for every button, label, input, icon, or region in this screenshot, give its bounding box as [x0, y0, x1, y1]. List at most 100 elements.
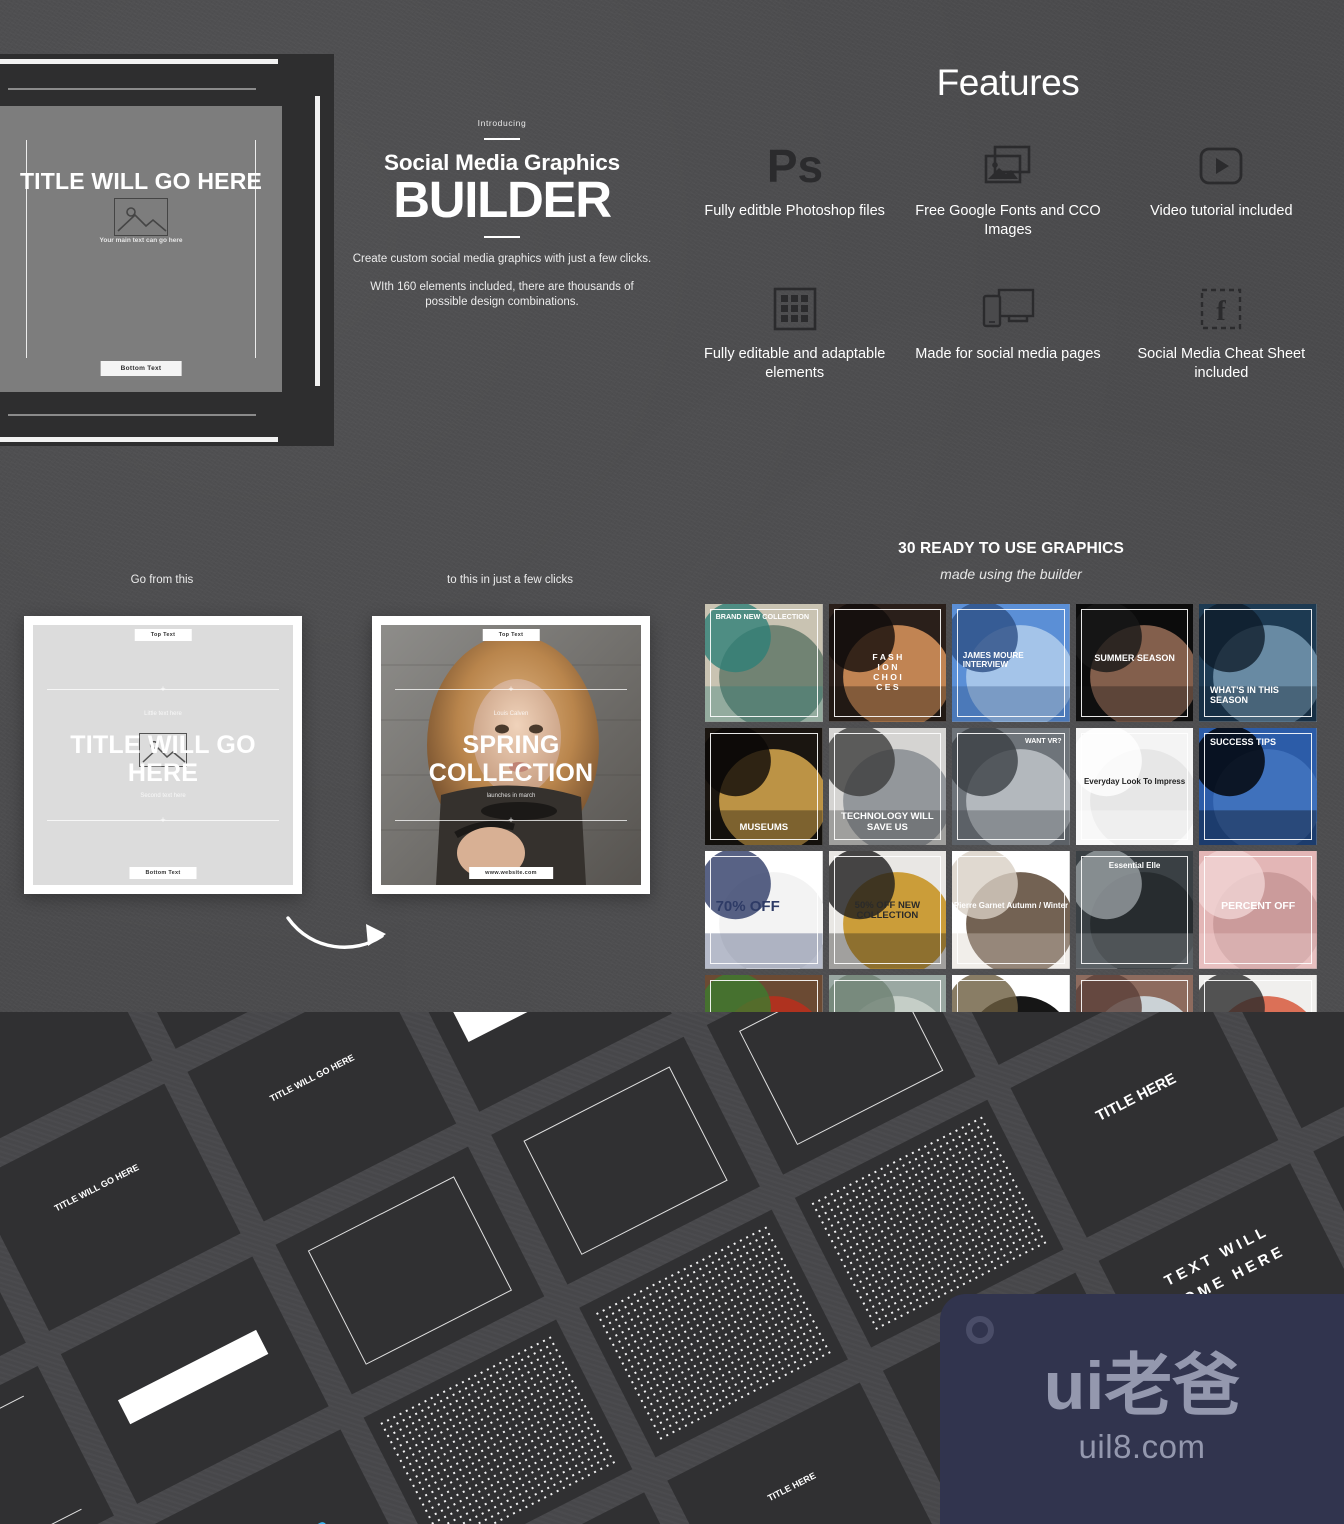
graphic-card[interactable]: SUCCESS TIPS: [1199, 727, 1317, 846]
mockup-after-inner: + + Top Text Louis Calven SPRING COLLECT…: [381, 625, 641, 885]
feature-item-video: Video tutorial included: [1115, 138, 1328, 241]
element-tile-label: Text 23: [485, 1105, 512, 1112]
graphic-card[interactable]: F A S H I O N C H O I C E S: [828, 604, 947, 722]
graphic-card[interactable]: BRAND NEW COLLECTION: [705, 604, 823, 722]
card-caption: Essential Elle: [1108, 860, 1161, 870]
devices-icon: [907, 281, 1108, 337]
card-caption: TECHNOLOGY WILL SAVE US: [841, 810, 934, 833]
element-tile-label: Shape 33: [143, 1493, 178, 1504]
watermark-url: uil8.com: [1078, 1428, 1206, 1465]
intro-paragraph-2: WIth 160 elements included, there are th…: [370, 281, 634, 309]
watermark-badge: ui老爸 uil8.com: [940, 1294, 1344, 1524]
mockup-after-title: SPRING COLLECTION: [428, 731, 594, 787]
plus-bottom: +: [508, 815, 514, 825]
graphic-card[interactable]: PERCENT OFF: [1199, 851, 1317, 969]
caption-before: Go from this: [130, 574, 194, 586]
feature-item-photoshop: Ps Fully editble Photoshop files: [688, 138, 901, 241]
feature-label: Fully editble Photoshop files: [704, 203, 885, 219]
features-section: Features Ps Fully editble Photoshop file…: [688, 62, 1328, 423]
card-frame: [957, 856, 1065, 964]
svg-text:Ps: Ps: [768, 140, 822, 192]
card-caption: F A S H I O N C H O I C E S: [872, 652, 903, 692]
intro-rule-top: [484, 138, 520, 140]
feature-item-cheatsheet: f Social Media Cheat Sheet included: [1115, 281, 1328, 384]
mockup-before-small-bottom: Second text here: [140, 793, 186, 799]
graphic-card[interactable]: WANT VR?: [952, 727, 1070, 846]
transform-arrow-icon: [286, 916, 386, 949]
caption-after: to this in just a few clicks: [447, 574, 573, 586]
card-caption: Pierre Garnet Autumn / Winter: [953, 900, 1069, 910]
feature-item-devices: Made for social media pages: [901, 281, 1114, 384]
card-caption: SUMMER SEASON: [1094, 653, 1175, 664]
mockup-before-top-text[interactable]: Top Text: [134, 629, 192, 641]
mockup-before-title: TITLE WILL GO HERE: [70, 731, 256, 787]
card-caption: PERCENT OFF: [1221, 899, 1296, 912]
graphic-card[interactable]: Pierre Garnet Autumn / Winter: [952, 851, 1070, 969]
mockup-after-small-top: Louis Calven: [493, 711, 529, 717]
mockup-before-bottom-text[interactable]: Bottom Text: [129, 867, 197, 879]
mockup-title: TITLE WILL GO HERE: [19, 168, 263, 194]
card-frame: [1080, 732, 1189, 841]
intro-block: Introducing Social Media Graphics BUILDE…: [352, 118, 652, 311]
feature-label: Social Media Cheat Sheet included: [1137, 345, 1306, 381]
plus-bottom: +: [160, 815, 166, 825]
feature-label: Free Google Fonts and CCO Images: [915, 203, 1101, 239]
feature-label: Video tutorial included: [1150, 203, 1293, 219]
intro-heading-big: BUILDER: [393, 171, 612, 228]
card-frame: [1204, 732, 1312, 841]
ready-to-use-title: 30 READY TO USE GRAPHICS: [898, 540, 1124, 557]
card-frame: [957, 732, 1065, 841]
mockup-before: + + Top Text Little text here TITLE WILL…: [24, 616, 302, 894]
card-frame: [710, 609, 818, 717]
card-frame: [1080, 856, 1189, 964]
element-tile-label: Text 4: [1092, 1233, 1115, 1238]
facebook-dashed-icon: f: [1121, 281, 1322, 337]
intro-paragraph-1: Create custom social media graphics with…: [352, 253, 652, 266]
card-caption: JAMES MOURE INTERVIEW: [962, 651, 1024, 670]
element-tile-label: Frame 10: [789, 1164, 824, 1175]
mockup-bottom-button[interactable]: Bottom Text: [100, 361, 182, 376]
svg-text:f: f: [1217, 296, 1227, 327]
graphic-card[interactable]: 70% OFF: [705, 851, 823, 969]
mockup-after-small-bottom: launches in march: [486, 793, 536, 799]
element-tile-label: Text 16: [54, 1324, 81, 1331]
graphic-card[interactable]: 50% OFF NEW COLLECTION: [828, 851, 947, 969]
graphic-card[interactable]: MUSEUMS: [705, 727, 823, 846]
graphic-card[interactable]: TECHNOLOGY WILL SAVE US: [828, 727, 947, 846]
card-caption: WHAT'S IN THIS SEASON: [1209, 684, 1279, 705]
frame-stripe-top-gray: [8, 88, 256, 90]
watermark-ring-icon: [966, 1316, 994, 1344]
card-caption: MUSEUMS: [739, 821, 789, 833]
graphic-card[interactable]: SUMMER SEASON: [1075, 604, 1194, 722]
graphic-card[interactable]: Essential Elle: [1075, 851, 1194, 969]
graphic-card[interactable]: Everyday Look To Impress: [1075, 727, 1194, 846]
ready-to-use-subtitle: made using the builder: [940, 566, 1082, 582]
frame-stripe-bottom-white: [0, 437, 278, 442]
graphic-card[interactable]: WHAT'S IN THIS SEASON: [1199, 604, 1317, 722]
mockup-before-small-top: Little text here: [144, 711, 182, 717]
mockup-after: + + Top Text Louis Calven SPRING COLLECT…: [372, 616, 650, 894]
card-caption: Everyday Look To Impress: [1083, 776, 1186, 786]
ready-to-use-section: 30 READY TO USE GRAPHICS made using the …: [705, 540, 1317, 1093]
mockup-after-bottom-text[interactable]: www.website.com: [469, 867, 553, 879]
element-tile-label: Pattern 5: [661, 1447, 694, 1457]
element-tile-label: Text 15: [182, 1042, 209, 1049]
graphic-card[interactable]: JAMES MOURE INTERVIEW: [952, 604, 1070, 722]
intro-rule-bottom: [484, 236, 520, 239]
poster-canvas: TITLE WILL GO HERE Your main text can go…: [0, 0, 1344, 1524]
plus-top: +: [160, 684, 166, 694]
card-caption: 70% OFF: [715, 898, 780, 916]
feature-item-elements: Fully editable and adaptable elements: [688, 281, 901, 384]
feature-label: Fully editable and adaptable elements: [703, 345, 886, 381]
hero-framed-mockup: TITLE WILL GO HERE Your main text can go…: [0, 54, 334, 446]
video-play-icon: [1121, 138, 1322, 194]
features-grid: Ps Fully editble Photoshop files Free Go…: [688, 138, 1328, 423]
card-caption: BRAND NEW COLLECTION: [715, 612, 810, 622]
mockup-after-top-text[interactable]: Top Text: [482, 629, 540, 641]
frame-stripe-top-white: [0, 59, 278, 64]
card-caption: 50% OFF NEW COLLECTION: [854, 899, 921, 922]
element-tile-label: Frame 5: [573, 1276, 604, 1285]
features-title: Features: [936, 62, 1080, 103]
intro-eyebrow: Introducing: [477, 118, 527, 128]
feature-item-images: Free Google Fonts and CCO Images: [901, 138, 1114, 241]
